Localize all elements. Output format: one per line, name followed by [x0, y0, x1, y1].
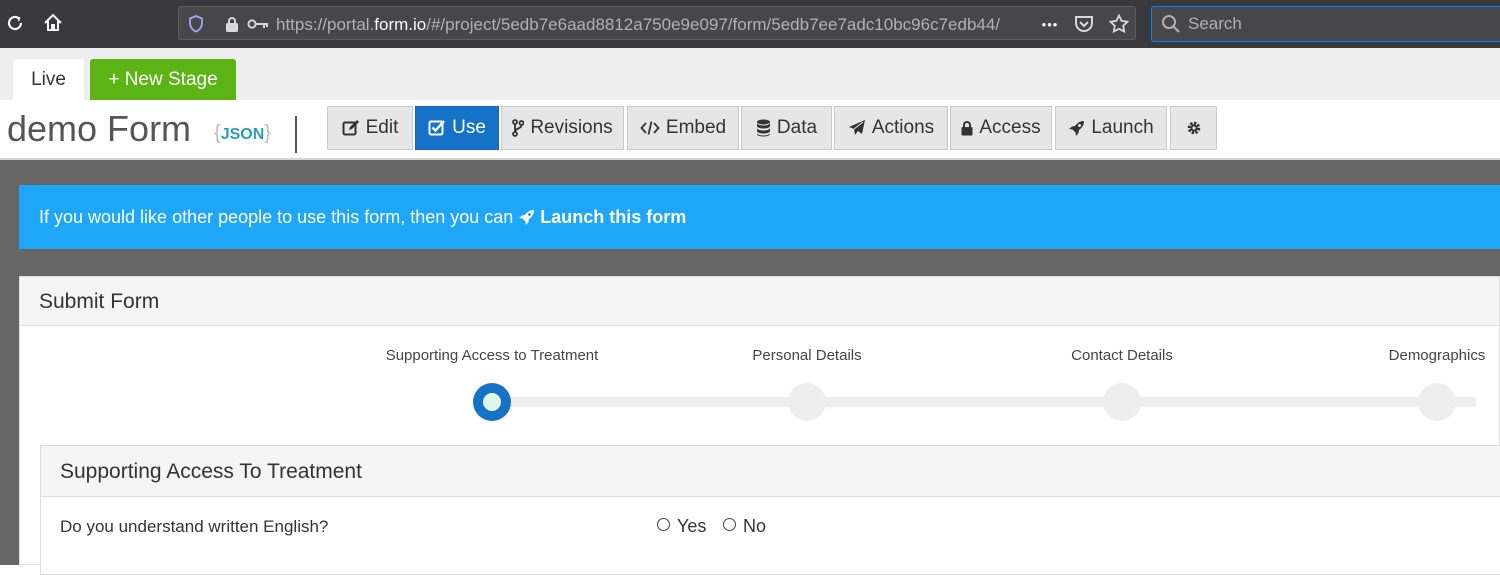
wizard-step-label[interactable]: Personal Details [752, 347, 861, 364]
panel-heading: Submit Form [20, 277, 1499, 326]
json-link[interactable]: {JSON} [214, 122, 271, 145]
use-button[interactable]: Use [415, 106, 499, 150]
lock-icon[interactable] [221, 13, 243, 35]
tab-live[interactable]: Live [13, 59, 84, 100]
pocket-icon[interactable] [1073, 13, 1095, 35]
rocket-icon [1069, 120, 1085, 136]
checkbox-icon [428, 120, 445, 136]
code-icon [640, 121, 660, 135]
revisions-button[interactable]: Revisions [501, 106, 624, 150]
rocket-icon [519, 209, 535, 225]
new-stage-button[interactable]: + New Stage [90, 59, 236, 100]
wizard-step-dot[interactable] [1103, 383, 1141, 421]
browser-search-box[interactable] [1151, 6, 1500, 42]
stage-tabs: Live + New Stage [0, 48, 1500, 100]
title-divider [295, 116, 297, 153]
wizard-step-label[interactable]: Contact Details [1071, 347, 1173, 364]
wizard-step-dot-active[interactable] [473, 383, 511, 421]
access-button[interactable]: Access [950, 106, 1052, 150]
embed-button[interactable]: Embed [627, 106, 739, 150]
edit-button[interactable]: Edit [327, 106, 413, 150]
radio-no[interactable]: No [723, 516, 766, 537]
address-bar[interactable]: https://portal.form.io/#/project/5edb7e6… [178, 6, 1136, 40]
url-text[interactable]: https://portal.form.io/#/project/5edb7e6… [276, 15, 1000, 35]
section-heading: Supporting Access To Treatment [41, 446, 1500, 497]
reload-icon[interactable] [0, 8, 30, 38]
page-content: If you would like other people to use th… [0, 160, 1500, 575]
wizard-step-dot[interactable] [788, 383, 826, 421]
wizard-step-label[interactable]: Demographics [1389, 347, 1486, 364]
home-icon[interactable] [38, 8, 68, 38]
database-icon [756, 119, 770, 137]
key-icon[interactable] [245, 13, 271, 35]
search-icon [1161, 14, 1181, 39]
edit-icon [342, 120, 359, 136]
radio-button[interactable] [657, 517, 670, 531]
launch-button[interactable]: Launch [1055, 106, 1167, 150]
data-button[interactable]: Data [741, 106, 832, 150]
code-branch-icon [512, 119, 525, 137]
bookmark-star-icon[interactable] [1108, 13, 1130, 35]
submit-form-panel: Submit Form Supporting Access to Treatme… [19, 276, 1500, 575]
tracking-protection-icon[interactable] [185, 13, 207, 35]
settings-button[interactable] [1170, 106, 1217, 150]
launch-alert: If you would like other people to use th… [19, 185, 1500, 249]
radio-button[interactable] [723, 517, 736, 531]
radio-yes[interactable]: Yes [657, 516, 706, 537]
lock-icon [961, 121, 973, 136]
page-title: demo Form [7, 108, 192, 149]
question-label: Do you understand written English? [60, 517, 329, 536]
wizard-progress-track [492, 397, 1476, 407]
wizard-step-dot[interactable] [1418, 383, 1456, 421]
gear-icon [1187, 121, 1200, 135]
browser-toolbar: https://portal.form.io/#/project/5edb7e6… [0, 0, 1500, 48]
section-panel: Supporting Access To Treatment Do you un… [40, 445, 1500, 575]
paper-plane-icon [848, 120, 865, 135]
actions-button[interactable]: Actions [834, 106, 948, 150]
form-header: demo Form {JSON} Edit Use Revisions Embe… [0, 100, 1500, 160]
search-input[interactable] [1188, 7, 1488, 41]
page-actions-icon[interactable]: ••• [1037, 13, 1063, 35]
launch-form-link[interactable]: Launch this form [518, 207, 686, 228]
wizard-step-label[interactable]: Supporting Access to Treatment [386, 347, 599, 364]
